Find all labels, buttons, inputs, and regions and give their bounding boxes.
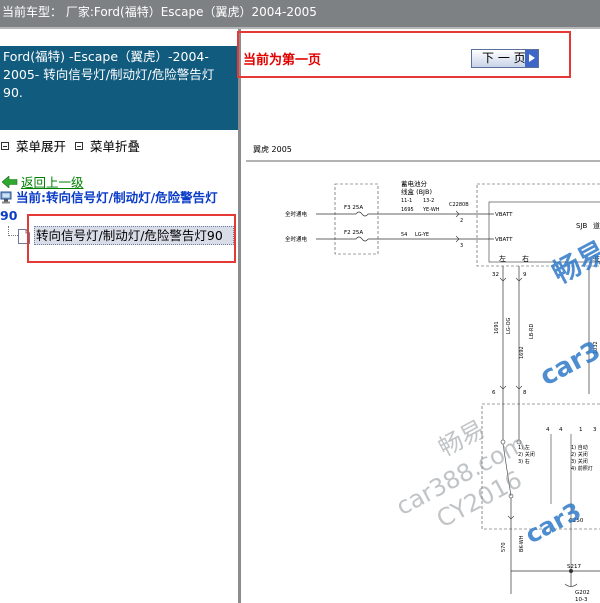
- watermark-car3-blue-2: car3: [521, 497, 586, 549]
- vehicle-title-bar: 当前车型： 厂家:Ford(福特）Escape（翼虎）2004-2005: [0, 0, 600, 27]
- wire-bkwh-label: BK-WH: [519, 535, 525, 552]
- switch2-opt2: 2) 关闭: [571, 451, 588, 458]
- switch2-opt1: 1) 自动: [571, 444, 588, 451]
- wire-1691-label: 1691: [494, 321, 500, 334]
- fuse-f2-symbol: [355, 236, 369, 242]
- computer-icon: [0, 191, 12, 204]
- always-hot-label-2: 全时通电: [285, 235, 308, 243]
- bjb-label-1: 蓄电池分: [401, 179, 428, 188]
- back-arrow-icon: [2, 175, 18, 188]
- vbatt-2: VBATT: [495, 237, 513, 243]
- pin-13-2: 13-2: [423, 198, 434, 204]
- pin-6: 6: [492, 390, 496, 396]
- wire-lgye-label: LG-YE: [415, 232, 429, 238]
- switch2-opt3: 3) 关闭: [571, 458, 588, 465]
- expand-menu-label: 菜单展开: [16, 139, 67, 154]
- collapse-menu-button[interactable]: 菜单折叠: [75, 136, 140, 155]
- watermark-changyi-blue: 畅易: [547, 235, 600, 290]
- highlight-box-page: [237, 31, 571, 78]
- wire-570-label: 570: [501, 542, 507, 552]
- diagram-caption: 翼虎 2005: [253, 144, 292, 154]
- navigation-panel: Ford(福特) -Escape（翼虎）-2004-2005- 转向信号灯/制动…: [0, 29, 238, 603]
- left-output-label: 左: [499, 254, 506, 263]
- wire-lbrd-label: LB-RD: [529, 324, 535, 339]
- bjb-box: [334, 183, 379, 255]
- document-title: Ford(福特) -Escape（翼虎）-2004-2005- 转向信号灯/制动…: [0, 46, 238, 130]
- collapse-menu-label: 菜单折叠: [90, 139, 141, 154]
- vbatt-1: VBATT: [495, 212, 513, 218]
- splice-s217: S217: [567, 564, 581, 570]
- pin-4a: 4: [546, 427, 550, 433]
- fuse-f3-symbol: [355, 211, 369, 217]
- pin-1: 1: [579, 427, 583, 433]
- collapse-icon: [75, 141, 83, 150]
- ground-g202-sub: 10-3: [575, 597, 588, 603]
- bjb-label-2: 线盒 (BJB): [401, 187, 432, 196]
- wire-54-label: 54: [401, 232, 407, 238]
- expand-menu-button[interactable]: 菜单展开: [1, 136, 66, 155]
- vehicle-title: 当前车型： 厂家:Ford(福特）Escape（翼虎）2004-2005: [2, 5, 317, 19]
- switch2-opt4: 4) 前照灯: [571, 465, 593, 472]
- wire-yewh-label: YE-WH: [422, 207, 440, 213]
- pin-3b: 3: [593, 427, 597, 433]
- pin-11-1: 11-1: [401, 198, 412, 204]
- pin-2: 2: [460, 218, 463, 224]
- pin-8: 8: [523, 390, 527, 396]
- watermark-car3-blue-1: car3: [535, 336, 600, 392]
- wire-1695-label: 1695: [401, 207, 414, 213]
- wiring-diagram: 翼虎 2005 蓄电池分 线盒 (BJB) F3 25A F2 25A 全时通电…: [246, 144, 600, 603]
- pin-9: 9: [523, 272, 527, 278]
- connector-c2280b: C2280B: [449, 202, 469, 208]
- fuse-f3-label: F3 25A: [344, 205, 363, 211]
- always-hot-label-1: 全时通电: [285, 210, 308, 218]
- sjb-label-tail: 道: [593, 221, 600, 230]
- wire-1692-label: 1692: [519, 346, 525, 359]
- pin-3: 3: [460, 243, 463, 249]
- highlight-box: [27, 214, 236, 263]
- expand-icon: [1, 141, 9, 150]
- pin-32: 32: [492, 272, 499, 278]
- pin-4b: 4: [559, 427, 563, 433]
- sjb-label: SJB: [576, 222, 588, 230]
- right-output-label: 右: [522, 254, 529, 263]
- document-viewer: 当前为第一页 下 一 页 翼虎 2005 蓄电池分 线盒 (BJB) F3 25…: [241, 29, 600, 603]
- ground-g202: G202: [575, 590, 590, 596]
- wire-lgog-label: LG-OG: [506, 317, 512, 334]
- fuse-f2-label: F2 25A: [344, 230, 363, 236]
